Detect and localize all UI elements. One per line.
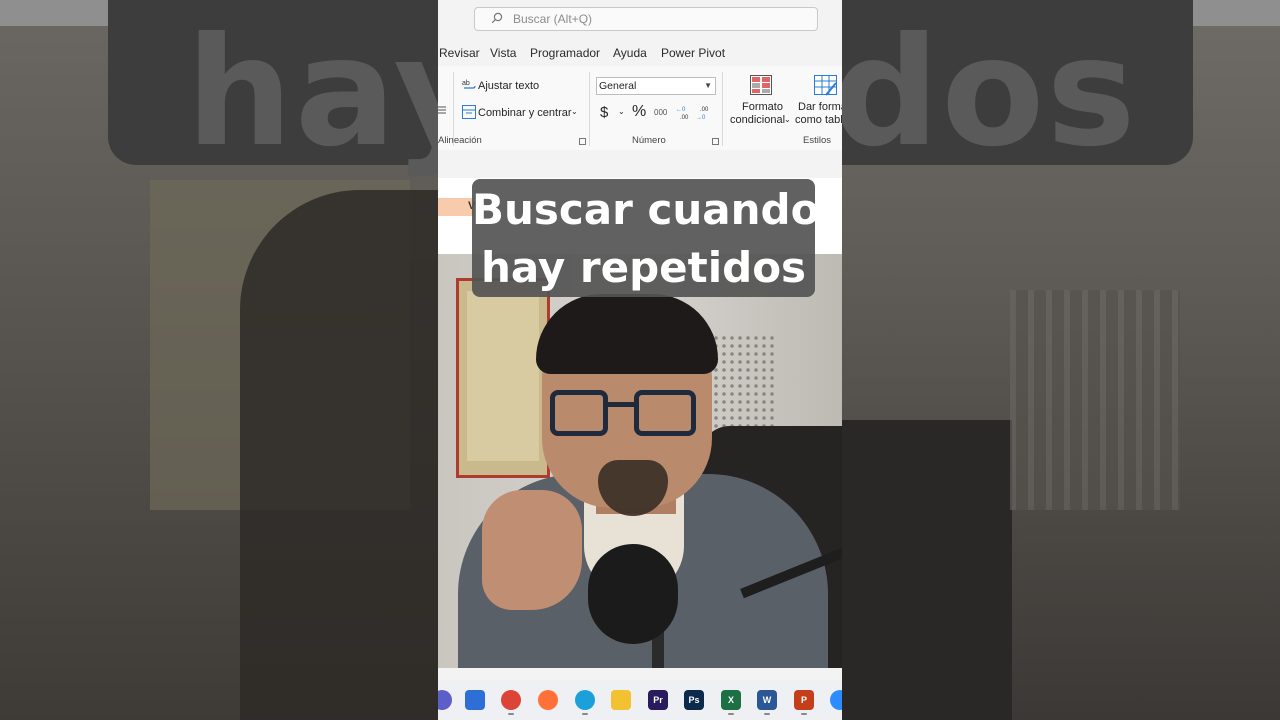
- excel-icon[interactable]: X: [721, 690, 741, 710]
- zoom-icon[interactable]: [830, 690, 842, 710]
- chevron-down-icon: ▼: [704, 81, 712, 90]
- glasses-right-lens: [634, 390, 696, 436]
- caption-line-1: Buscar cuando: [472, 185, 820, 234]
- chrome-icon[interactable]: [501, 690, 521, 710]
- teams-icon[interactable]: [438, 690, 452, 710]
- running-indicator: [764, 713, 770, 715]
- powerpoint-icon[interactable]: P: [794, 690, 814, 710]
- word-icon[interactable]: W: [757, 690, 777, 710]
- poster-paper: [467, 291, 539, 461]
- svg-text:→0: →0: [696, 115, 706, 120]
- decrease-decimal-icon[interactable]: .00 →0: [696, 104, 712, 120]
- running-indicator: [801, 713, 807, 715]
- formula-bar[interactable]: [438, 150, 842, 179]
- currency-button[interactable]: $: [600, 104, 608, 121]
- svg-text:.00: .00: [680, 115, 689, 120]
- store-icon[interactable]: [465, 690, 485, 710]
- chevron-down-icon[interactable]: ⌄: [571, 107, 578, 116]
- svg-text:ab: ab: [462, 80, 470, 87]
- caption-line-2: hay repetidos: [480, 243, 807, 292]
- video-frame: Revisar Vista Programador Ayuda Power Pi…: [438, 0, 842, 720]
- svg-text:←0: ←0: [676, 107, 686, 113]
- conditional-format-label[interactable]: condicional: [730, 114, 785, 126]
- background-chair-blur: [842, 420, 1012, 720]
- format-as-table-label[interactable]: como tabl: [795, 114, 842, 126]
- premiere-icon[interactable]: Pr: [648, 690, 668, 710]
- glasses-left-lens: [550, 390, 608, 436]
- tab-ayuda[interactable]: Ayuda: [613, 46, 647, 60]
- background-dots-blur: [1010, 290, 1180, 510]
- search-input[interactable]: [513, 10, 803, 28]
- windows-taskbar: Pr Ps X W P: [438, 680, 842, 720]
- tab-vista[interactable]: Vista: [490, 46, 516, 60]
- increase-decimal-icon[interactable]: ←0 .00: [676, 104, 692, 120]
- running-indicator: [728, 713, 734, 715]
- search-icon: [491, 12, 503, 24]
- thousands-separator-button[interactable]: 000: [654, 108, 667, 117]
- tab-revisar[interactable]: Revisar: [439, 46, 480, 60]
- chevron-down-icon[interactable]: ⌄: [618, 107, 625, 116]
- align-justify-icon[interactable]: [438, 106, 446, 116]
- conditional-format-icon: [750, 75, 772, 95]
- percent-button[interactable]: %: [632, 103, 646, 121]
- ribbon: ab Ajustar texto Combinar y centrar ⌄ Al…: [438, 66, 842, 151]
- tab-power-pivot[interactable]: Power Pivot: [661, 46, 725, 60]
- presenter-hand: [482, 490, 582, 610]
- wrap-text-icon: ab: [462, 80, 476, 89]
- background-person-blur: [240, 190, 438, 720]
- highlighted-cell[interactable]: V: [438, 198, 475, 216]
- wrap-text-button[interactable]: Ajustar texto: [478, 80, 539, 92]
- file-explorer-icon[interactable]: [611, 690, 631, 710]
- separator: [722, 72, 723, 146]
- styles-group-label: Estilos: [803, 135, 831, 146]
- separator: [589, 72, 590, 146]
- chevron-down-icon[interactable]: ⌄: [784, 115, 791, 124]
- format-as-table-icon: [814, 75, 837, 96]
- wall-poster: [456, 278, 550, 478]
- video-caption: Buscar cuando hay repetidos: [472, 179, 820, 297]
- number-format-dropdown[interactable]: General ▼: [596, 77, 716, 95]
- excel-titlebar: [438, 0, 842, 40]
- number-format-value: General: [599, 80, 637, 92]
- presenter-hair: [536, 294, 718, 374]
- edge-icon[interactable]: [575, 690, 595, 710]
- tab-programador[interactable]: Programador: [530, 46, 600, 60]
- glasses-bridge: [606, 402, 636, 407]
- dialog-launcher-icon[interactable]: [712, 138, 719, 145]
- microphone: [588, 544, 678, 644]
- merge-center-button[interactable]: Combinar y centrar: [478, 107, 572, 119]
- running-indicator: [508, 713, 514, 715]
- conditional-format-button[interactable]: Formato: [742, 101, 783, 113]
- alignment-group-label: Alineación: [438, 135, 482, 146]
- search-box[interactable]: [474, 7, 818, 31]
- presenter-video: [438, 254, 842, 668]
- ribbon-tabs: Revisar Vista Programador Ayuda Power Pi…: [438, 42, 842, 66]
- number-group-label: Número: [632, 135, 666, 146]
- svg-text:.00: .00: [700, 107, 709, 113]
- running-indicator: [582, 713, 588, 715]
- format-as-table-button[interactable]: Dar forma: [798, 101, 842, 113]
- photoshop-icon[interactable]: Ps: [684, 690, 704, 710]
- dialog-launcher-icon[interactable]: [579, 138, 586, 145]
- firefox-icon[interactable]: [538, 690, 558, 710]
- merge-center-icon: [462, 105, 476, 119]
